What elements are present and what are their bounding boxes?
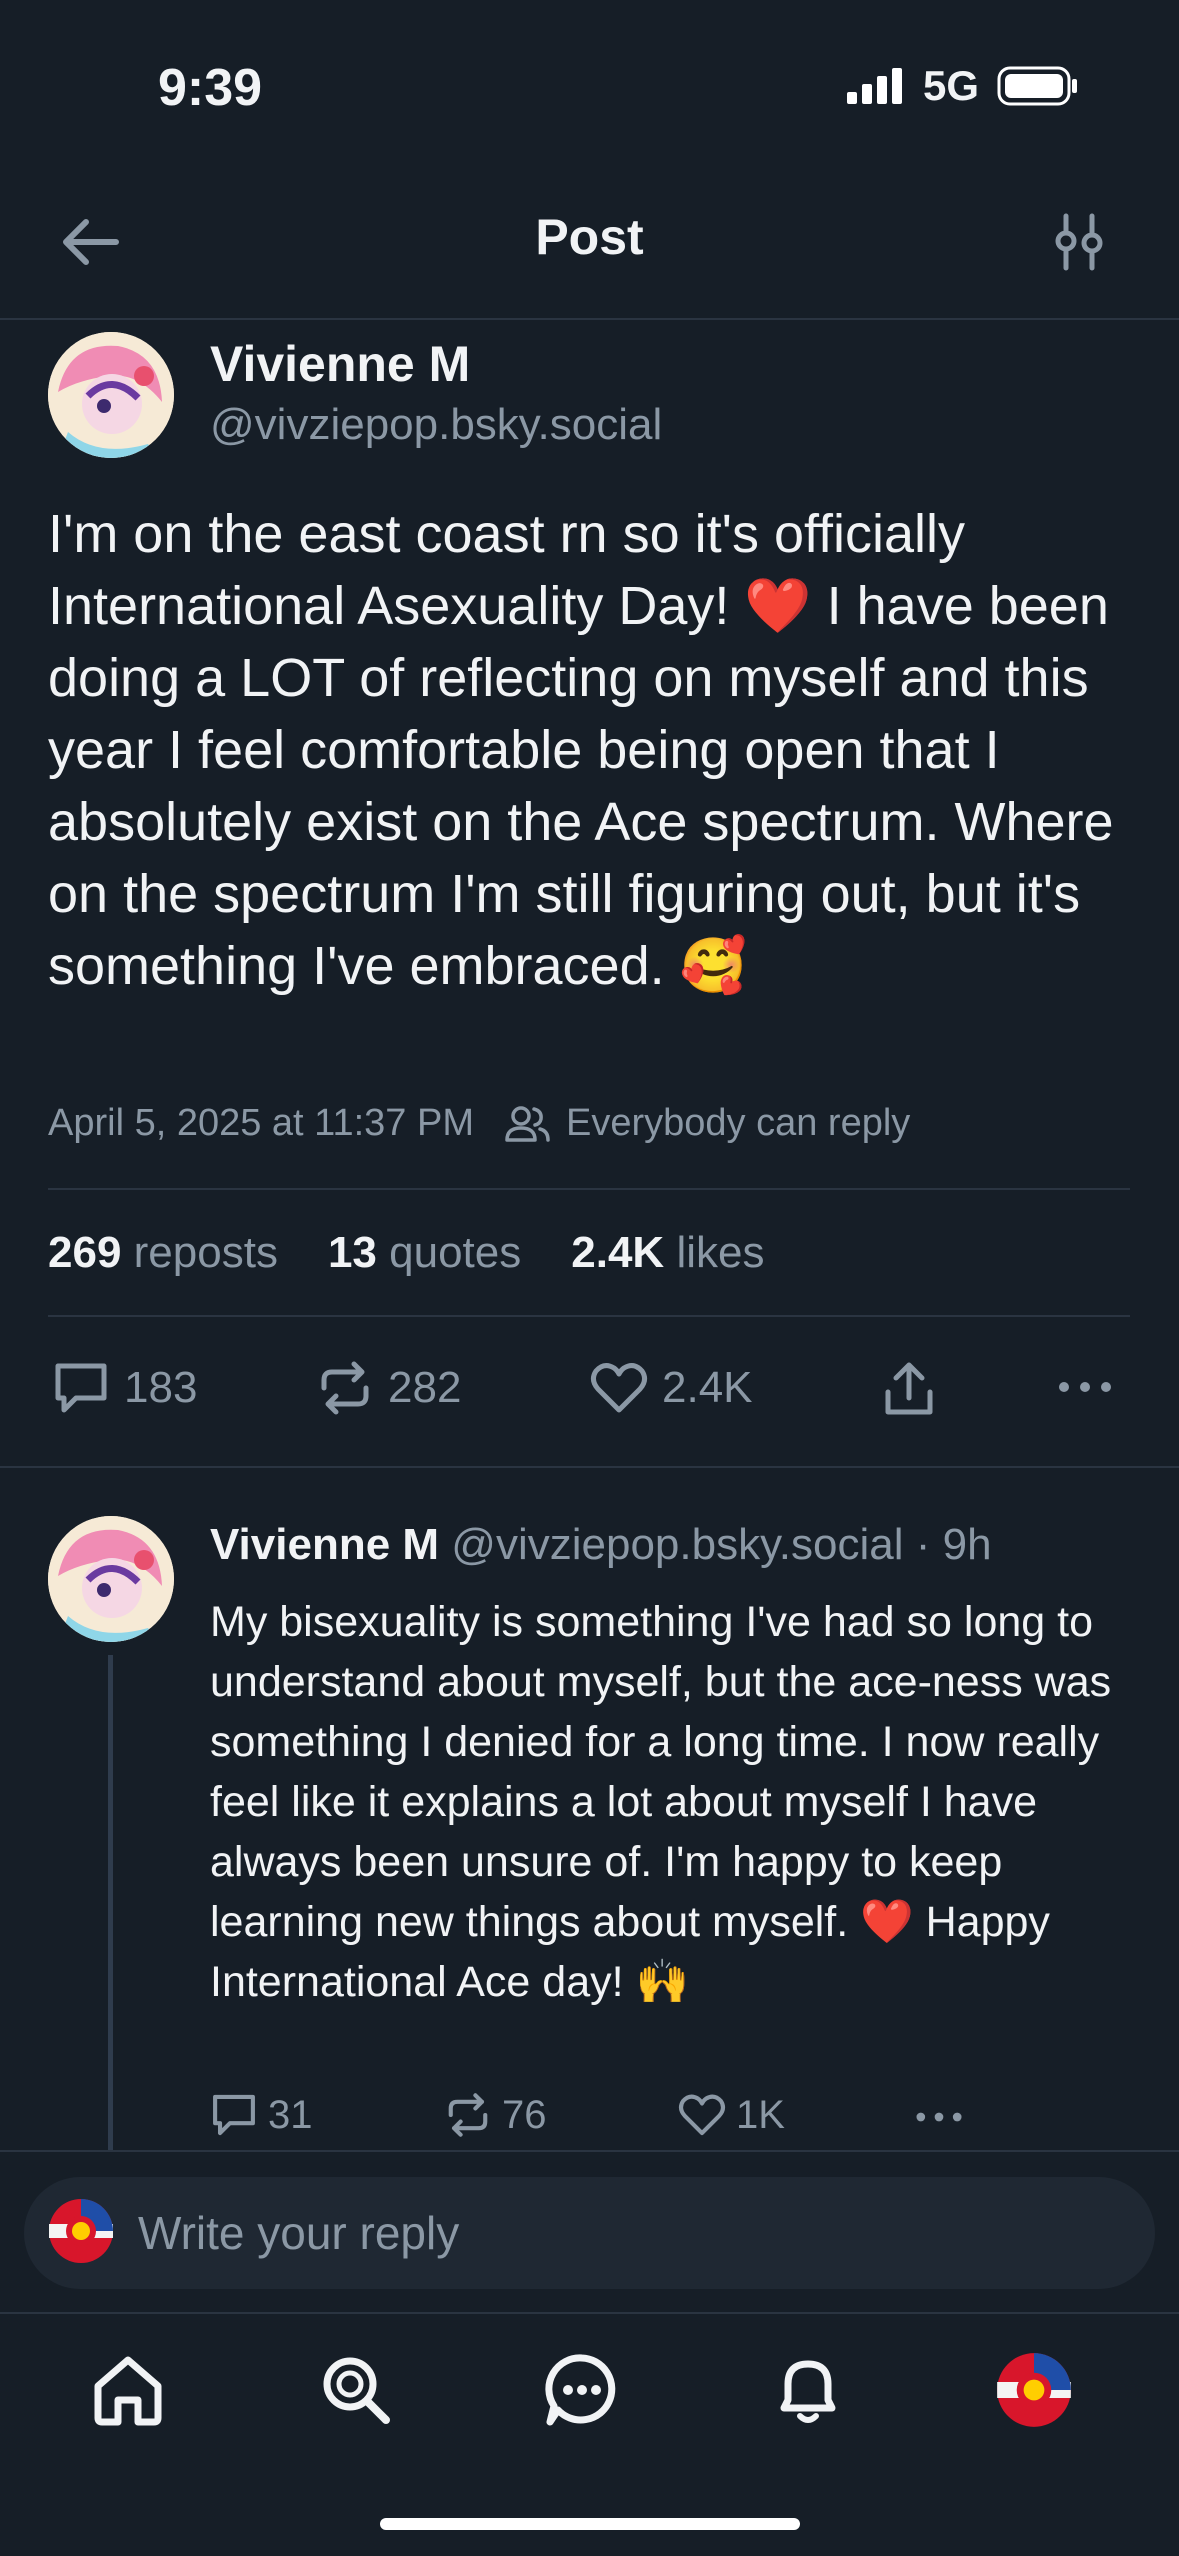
repost-icon (321, 1361, 369, 1415)
tab-home[interactable] (90, 2352, 166, 2428)
quotes-stat[interactable]: 13 quotes (328, 1228, 521, 1278)
home-icon (94, 2356, 162, 2426)
people-icon (505, 1105, 550, 1142)
reply-author-avatar[interactable] (48, 1516, 174, 1642)
composer-avatar (48, 2198, 114, 2264)
reply-header: Vivienne M @vivziepop.bsky.social · 9h (210, 1520, 992, 1570)
reply-count: 183 (124, 1363, 198, 1412)
author-avatar[interactable] (48, 332, 174, 458)
composer-divider (0, 2150, 1179, 2152)
repost-icon (448, 2093, 488, 2137)
reply-reply-count: 31 (268, 2092, 313, 2137)
ellipsis-icon (916, 2112, 962, 2122)
battery-icon (997, 66, 1077, 106)
tab-chat[interactable] (544, 2352, 620, 2428)
bell-icon (780, 2360, 836, 2423)
engagement-stats: 269 reposts 13 quotes 2.4K likes (48, 1228, 764, 1278)
status-indicators: 5G (846, 62, 1079, 110)
speech-bubble-icon (213, 2094, 255, 2136)
heart-icon (590, 1363, 648, 1413)
repost-count: 282 (388, 1363, 462, 1412)
tab-notifications[interactable] (770, 2352, 846, 2428)
chat-icon (545, 2354, 616, 2426)
page-title: Post (535, 209, 644, 265)
speech-bubble-icon (55, 1363, 107, 1413)
likes-stat[interactable]: 2.4K likes (571, 1228, 764, 1278)
like-count: 2.4K (662, 1363, 753, 1412)
heart-icon (678, 2094, 726, 2136)
reply-time: · 9h (915, 1520, 992, 1569)
reply-like-button[interactable]: 1K (678, 2092, 785, 2138)
reply-reply-button[interactable]: 31 (210, 2092, 313, 2138)
network-type: 5G (922, 62, 979, 109)
stats-divider (48, 1315, 1130, 1317)
post-divider (0, 1466, 1179, 1468)
profile-avatar (997, 2353, 1071, 2427)
ellipsis-icon (1059, 1382, 1111, 1392)
post-meta: April 5, 2025 at 11:37 PM Everybody can … (48, 1102, 910, 1145)
like-button[interactable]: 2.4K (590, 1360, 753, 1416)
reply-repost-count: 76 (502, 2092, 547, 2137)
status-time: 9:39 (158, 59, 263, 117)
search-icon (323, 2357, 390, 2424)
tab-search[interactable] (318, 2352, 394, 2428)
tab-profile[interactable] (996, 2352, 1072, 2428)
reply-text: My bisexuality is something I've had so … (210, 1598, 1112, 2006)
thread-settings-button[interactable] (1052, 212, 1106, 272)
reposts-stat[interactable]: 269 reposts (48, 1228, 278, 1278)
more-options-button[interactable] (1058, 1372, 1112, 1402)
share-icon (885, 1362, 933, 1415)
reply-repost-button[interactable]: 76 (444, 2092, 547, 2138)
post-text: I'm on the east coast rn so it's officia… (48, 504, 1114, 996)
reply-author-name[interactable]: Vivienne M (210, 1520, 439, 1569)
reply-more-options-button[interactable] (914, 2104, 964, 2130)
post-timestamp: April 5, 2025 at 11:37 PM (48, 1102, 474, 1144)
header-divider (0, 318, 1179, 320)
reply-input[interactable]: Write your reply (138, 2206, 459, 2260)
repost-button[interactable]: 282 (316, 1360, 461, 1416)
thread-line (108, 1655, 113, 2150)
reply-like-count: 1K (736, 2092, 785, 2137)
author-handle[interactable]: @vivziepop.bsky.social (210, 400, 662, 450)
home-indicator[interactable] (380, 2518, 800, 2530)
tabbar-divider (0, 2312, 1179, 2314)
sliders-icon (1055, 213, 1103, 271)
reply-permission[interactable]: Everybody can reply (566, 1102, 910, 1145)
signal-icon (846, 68, 902, 104)
share-button[interactable] (880, 1360, 938, 1418)
meta-divider (48, 1188, 1130, 1190)
reply-button[interactable]: 183 (52, 1360, 197, 1416)
author-name[interactable]: Vivienne M (210, 335, 470, 393)
reply-author-handle[interactable]: @vivziepop.bsky.social (451, 1520, 903, 1569)
